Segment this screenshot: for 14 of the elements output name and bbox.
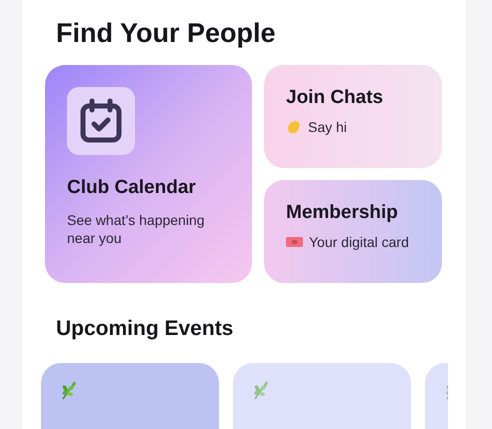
chat-card[interactable]: Join Chats Say hi bbox=[264, 65, 442, 168]
card-subtitle: Your digital card bbox=[309, 234, 409, 250]
ticket-icon bbox=[286, 236, 303, 248]
section-heading: Upcoming Events bbox=[56, 317, 234, 341]
event-card[interactable] bbox=[233, 363, 411, 429]
card-subtitle: See what’s happening near you bbox=[67, 211, 206, 247]
card-title: Club Calendar bbox=[67, 177, 197, 199]
page-title: Find Your People bbox=[56, 18, 277, 49]
membership-card[interactable]: Membership Your digital card bbox=[264, 180, 442, 283]
feature-card[interactable]: Club Calendar See what’s happening near you bbox=[45, 65, 252, 283]
event-card[interactable] bbox=[41, 363, 219, 429]
card-subtitle: Say hi bbox=[308, 119, 347, 135]
card-title: Join Chats bbox=[286, 87, 384, 109]
card-title: Membership bbox=[286, 202, 399, 224]
